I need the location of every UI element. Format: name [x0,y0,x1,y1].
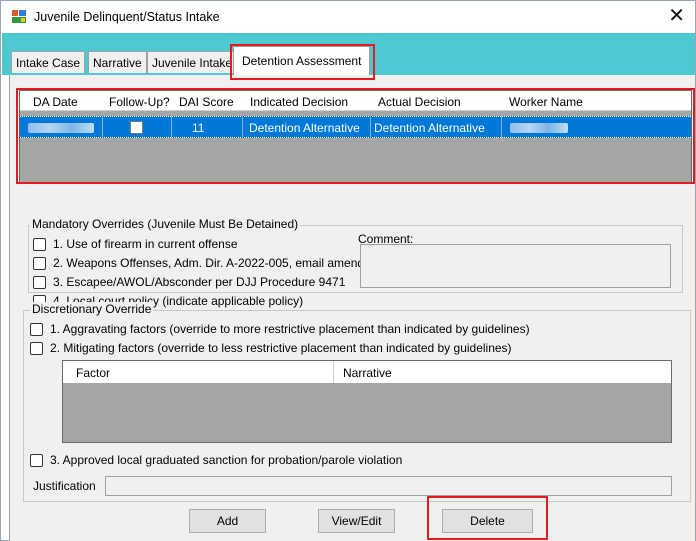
checkbox[interactable] [33,256,46,270]
override-mitigating[interactable]: 2. Mitigating factors (override to less … [30,341,512,355]
tab-intake-case[interactable]: Intake Case [11,51,86,73]
column-header-follow-up[interactable]: Follow-Up? [109,95,170,109]
checkbox-label: 1. Use of firearm in current offense [53,237,238,251]
checkbox-label: 2. Mitigating factors (override to less … [50,341,512,355]
tab-narrative[interactable]: Narrative [88,51,147,73]
column-header-actual-decision[interactable]: Actual Decision [378,95,461,109]
redacted-da-date [28,123,94,133]
column-header-worker-name[interactable]: Worker Name [509,95,583,109]
checkbox[interactable] [30,341,43,355]
checkbox[interactable] [33,275,46,289]
checkbox[interactable] [33,237,46,251]
override-aggravating[interactable]: 1. Aggravating factors (override to more… [30,322,530,336]
checkbox-label: 3. Approved local graduated sanction for… [50,453,403,467]
override-escapee[interactable]: 3. Escapee/AWOL/Absconder per DJJ Proced… [33,275,345,289]
justification-label: Justification [33,479,96,493]
intake-window: Juvenile Delinquent/Status Intake ✕ Inta… [0,0,696,541]
column-divider [242,116,243,138]
title-bar: Juvenile Delinquent/Status Intake ✕ [1,1,695,33]
checkbox[interactable] [30,453,43,467]
close-icon[interactable]: ✕ [668,5,685,25]
column-divider [333,361,334,383]
dai-score-cell: 11 [192,121,205,135]
column-header-narrative[interactable]: Narrative [343,366,392,380]
checkbox-label: 3. Escapee/AWOL/Absconder per DJJ Proced… [53,275,346,289]
delete-button[interactable]: Delete [442,509,533,533]
column-header-indicated-decision[interactable]: Indicated Decision [250,95,348,109]
column-header-dai-score[interactable]: DAI Score [179,95,234,109]
comment-field[interactable] [360,244,671,288]
add-button[interactable]: Add [189,509,266,533]
indicated-decision-cell: Detention Alternative [249,121,360,135]
column-header-da-date[interactable]: DA Date [33,95,78,109]
view-edit-button[interactable]: View/Edit [318,509,395,533]
grid-header: DA Date Follow-Up? DAI Score Indicated D… [20,91,691,111]
column-divider [370,116,371,138]
override-graduated-sanction[interactable]: 3. Approved local graduated sanction for… [30,453,402,467]
window-title: Juvenile Delinquent/Status Intake [34,10,220,24]
column-header-factor[interactable]: Factor [76,366,110,380]
factor-grid-header: Factor Narrative [63,361,671,383]
column-divider [171,116,172,138]
column-divider [102,116,103,138]
column-divider [501,116,502,138]
override-firearm[interactable]: 1. Use of firearm in current offense [33,237,238,251]
discretionary-override-legend: Discretionary Override [30,302,154,316]
tab-juvenile-intake[interactable]: Juvenile Intake [147,51,238,73]
detention-assessment-grid[interactable]: DA Date Follow-Up? DAI Score Indicated D… [19,90,692,183]
checkbox[interactable] [30,322,43,336]
justification-field[interactable] [105,476,672,496]
redacted-worker-name [510,123,568,133]
app-icon [12,10,26,23]
checkbox-label: 1. Aggravating factors (override to more… [50,322,530,336]
follow-up-checkbox[interactable] [130,121,143,134]
table-row[interactable]: 11 Detention Alternative Detention Alter… [20,116,691,138]
actual-decision-cell: Detention Alternative [374,121,485,135]
checkbox-label: 2. Weapons Offenses, Adm. Dir. A-2022-00… [53,256,365,270]
factor-grid[interactable]: Factor Narrative [62,360,672,443]
tab-detention-assessment[interactable]: Detention Assessment [233,46,371,75]
override-weapons[interactable]: 2. Weapons Offenses, Adm. Dir. A-2022-00… [33,256,364,270]
mandatory-overrides-legend: Mandatory Overrides (Juvenile Must Be De… [30,217,301,231]
